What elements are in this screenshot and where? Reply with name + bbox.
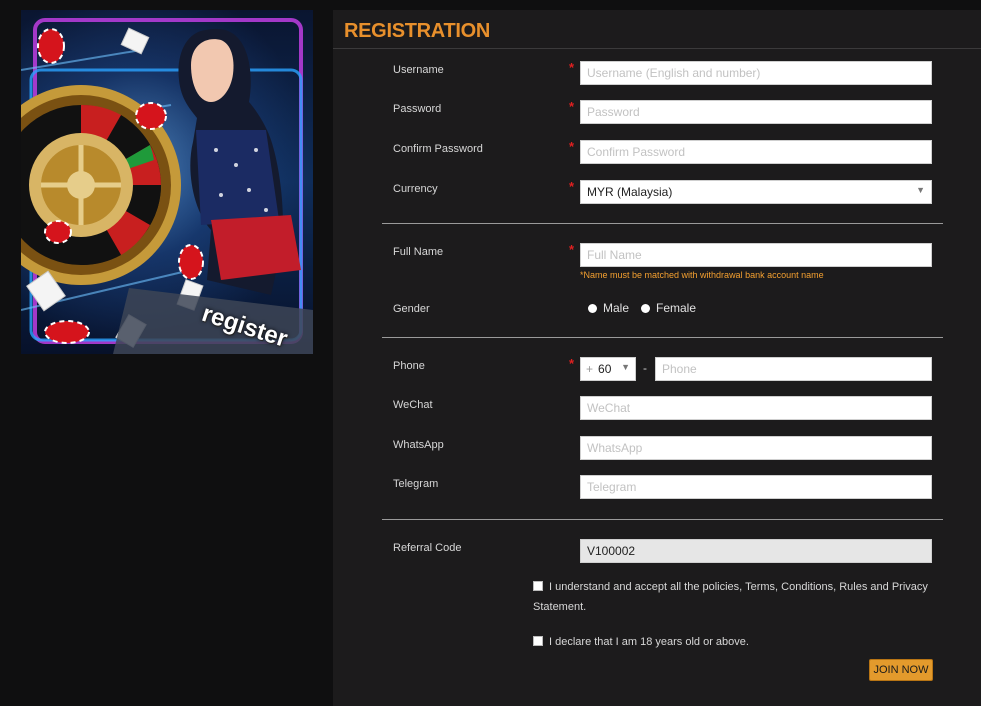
- full-name-input[interactable]: [580, 243, 932, 267]
- chevron-down-icon: ▼: [916, 185, 925, 195]
- whatsapp-label: WhatsApp: [393, 439, 444, 451]
- join-now-button[interactable]: JOIN NOW: [869, 659, 933, 681]
- radio-icon: [641, 303, 650, 313]
- password-label: Password: [393, 103, 442, 115]
- terms-text: I understand and accept all the policies…: [533, 581, 928, 613]
- username-input[interactable]: [580, 61, 932, 85]
- banner-artwork: [21, 18, 313, 354]
- title-divider: [333, 48, 981, 49]
- chevron-down-icon: ▼: [621, 362, 630, 372]
- confirm-password-required-mark: *: [569, 139, 575, 154]
- full-name-hint: *Name must be matched with withdrawal ba…: [580, 270, 824, 280]
- phone-input[interactable]: [655, 357, 932, 381]
- telegram-label: Telegram: [393, 478, 439, 490]
- register-banner[interactable]: register: [21, 10, 313, 354]
- gender-label: Gender: [393, 303, 430, 315]
- full-name-required-mark: *: [569, 242, 575, 257]
- username-label: Username: [393, 64, 444, 76]
- phone-required-mark: *: [569, 356, 575, 371]
- section-divider: [382, 223, 943, 224]
- confirm-password-label: Confirm Password: [393, 143, 483, 155]
- gender-female-label: Female: [656, 301, 697, 315]
- phone-separator: -: [643, 361, 647, 375]
- gender-female-radio[interactable]: Female: [641, 301, 696, 315]
- telegram-input[interactable]: [580, 475, 932, 499]
- country-code-select[interactable]: +60 ▼: [580, 357, 636, 381]
- plus-sign: +: [586, 362, 594, 376]
- referral-code-label: Referral Code: [393, 542, 462, 554]
- referral-code-input: [580, 539, 932, 563]
- username-required-mark: *: [569, 60, 575, 75]
- confirm-password-input[interactable]: [580, 140, 932, 164]
- whatsapp-input[interactable]: [580, 436, 932, 460]
- age-declaration[interactable]: I declare that I am 18 years old or abov…: [533, 632, 933, 652]
- page-title: REGISTRATION: [344, 20, 491, 42]
- wechat-input[interactable]: [580, 396, 932, 420]
- currency-label: Currency: [393, 183, 438, 195]
- age-checkbox[interactable]: [533, 636, 543, 646]
- terms-agreement[interactable]: I understand and accept all the policies…: [533, 577, 933, 617]
- age-text: I declare that I am 18 years old or abov…: [549, 636, 749, 648]
- phone-label: Phone: [393, 360, 425, 372]
- registration-panel: REGISTRATION Username * Password * Confi…: [333, 10, 981, 706]
- currency-value: MYR (Malaysia): [587, 185, 673, 199]
- section-divider: [382, 337, 943, 338]
- currency-select[interactable]: MYR (Malaysia) ▼: [580, 180, 932, 204]
- section-divider: [382, 519, 943, 520]
- radio-icon: [588, 303, 597, 313]
- password-required-mark: *: [569, 99, 575, 114]
- password-input[interactable]: [580, 100, 932, 124]
- gender-male-label: Male: [603, 301, 630, 315]
- gender-male-radio[interactable]: Male: [588, 301, 629, 315]
- country-code-value: 60: [598, 362, 612, 376]
- wechat-label: WeChat: [393, 399, 433, 411]
- currency-required-mark: *: [569, 179, 575, 194]
- full-name-label: Full Name: [393, 246, 444, 258]
- terms-checkbox[interactable]: [533, 581, 543, 591]
